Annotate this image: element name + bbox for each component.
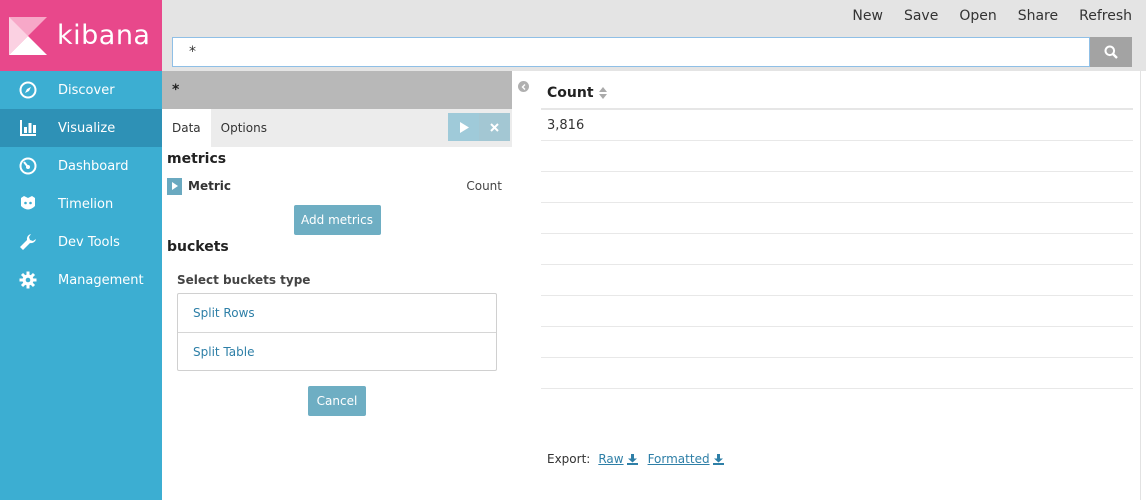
cancel-button[interactable]: Cancel (308, 386, 366, 416)
export-bar: Export: Raw Formatted (547, 452, 724, 466)
split-table-option[interactable]: Split Table (178, 332, 496, 370)
column-header-label: Count (547, 85, 594, 101)
sidebar-item-label: Dashboard (58, 158, 129, 174)
apply-changes-button[interactable] (448, 113, 479, 141)
share-button[interactable]: Share (1018, 8, 1058, 24)
divider (1140, 71, 1141, 500)
editor-tabs: Data Options (162, 109, 512, 147)
bucket-type-list: Split Rows Split Table (177, 293, 497, 371)
tab-options[interactable]: Options (211, 109, 277, 147)
sidebar-item-label: Timelion (58, 196, 114, 212)
sidebar: kibana Discover Visualize Dashboard Time… (0, 0, 162, 500)
kibana-logo-icon (9, 16, 47, 55)
top-nav: New Save Open Share Refresh (162, 0, 1146, 71)
search-input[interactable] (173, 38, 1089, 66)
buckets-heading: buckets (167, 239, 229, 255)
save-button[interactable]: Save (904, 8, 938, 24)
table-row (541, 327, 1133, 358)
export-formatted-label: Formatted (647, 452, 710, 466)
add-metrics-button[interactable]: Add metrics (293, 205, 381, 235)
index-pattern-title: * (162, 71, 512, 109)
collapse-sidebar-button[interactable] (518, 81, 529, 92)
refresh-button[interactable]: Refresh (1079, 8, 1132, 24)
kibana-logo[interactable]: kibana (0, 0, 162, 71)
sidebar-item-label: Discover (58, 82, 115, 98)
select-buckets-label: Select buckets type (177, 273, 311, 287)
tab-data[interactable]: Data (162, 109, 211, 147)
download-icon (626, 453, 638, 465)
caret-right-icon (171, 182, 178, 190)
download-icon (712, 453, 724, 465)
sidebar-nav: Discover Visualize Dashboard Timelion De… (0, 71, 162, 299)
sidebar-item-dashboard[interactable]: Dashboard (0, 147, 162, 185)
search-icon (1104, 45, 1118, 59)
sidebar-item-dev-tools[interactable]: Dev Tools (0, 223, 162, 261)
table-row (541, 203, 1133, 234)
metric-agg-row[interactable]: Metric Count (162, 175, 512, 197)
table-cell: 3,816 (547, 117, 585, 133)
bar-chart-icon (0, 119, 58, 137)
metrics-heading: metrics (167, 151, 227, 167)
metric-agg-type: Count (466, 179, 502, 193)
discard-changes-button[interactable] (479, 113, 510, 141)
timelion-icon (0, 195, 58, 213)
table-row (541, 234, 1133, 265)
table-row: 3,816 (541, 110, 1133, 141)
new-button[interactable]: New (852, 8, 883, 24)
top-menu: New Save Open Share Refresh (831, 8, 1132, 24)
play-icon (459, 121, 469, 133)
data-table: Count 3,816 (541, 78, 1133, 389)
sidebar-item-management[interactable]: Management (0, 261, 162, 299)
sidebar-item-label: Dev Tools (58, 234, 120, 250)
vis-editor-sidebar: * Data Options metrics Metric Count Add … (162, 71, 512, 500)
table-row (541, 172, 1133, 203)
sidebar-item-discover[interactable]: Discover (0, 71, 162, 109)
export-formatted-link[interactable]: Formatted (648, 452, 724, 466)
table-row (541, 296, 1133, 327)
sidebar-item-timelion[interactable]: Timelion (0, 185, 162, 223)
table-row (541, 358, 1133, 389)
gear-icon (0, 271, 58, 289)
kibana-wordmark: kibana (57, 20, 151, 51)
sidebar-item-label: Management (58, 272, 144, 288)
metric-label: Metric (188, 179, 231, 193)
close-icon (490, 122, 499, 132)
search-button[interactable] (1090, 37, 1132, 67)
table-row (541, 141, 1133, 172)
expand-toggle[interactable] (167, 177, 182, 195)
compass-icon (0, 81, 58, 99)
export-raw-link[interactable]: Raw (598, 452, 638, 466)
split-rows-option[interactable]: Split Rows (178, 294, 496, 332)
sidebar-item-label: Visualize (58, 120, 116, 136)
dashboard-icon (0, 157, 58, 175)
sidebar-item-visualize[interactable]: Visualize (0, 109, 162, 147)
open-button[interactable]: Open (959, 8, 996, 24)
table-row (541, 265, 1133, 296)
query-bar (172, 37, 1090, 67)
chevron-left-icon (521, 83, 525, 90)
export-raw-label: Raw (598, 452, 624, 466)
sort-icon[interactable] (598, 87, 607, 99)
wrench-icon (0, 233, 58, 251)
column-header-count[interactable]: Count (541, 78, 1133, 110)
export-label: Export: (547, 452, 591, 466)
